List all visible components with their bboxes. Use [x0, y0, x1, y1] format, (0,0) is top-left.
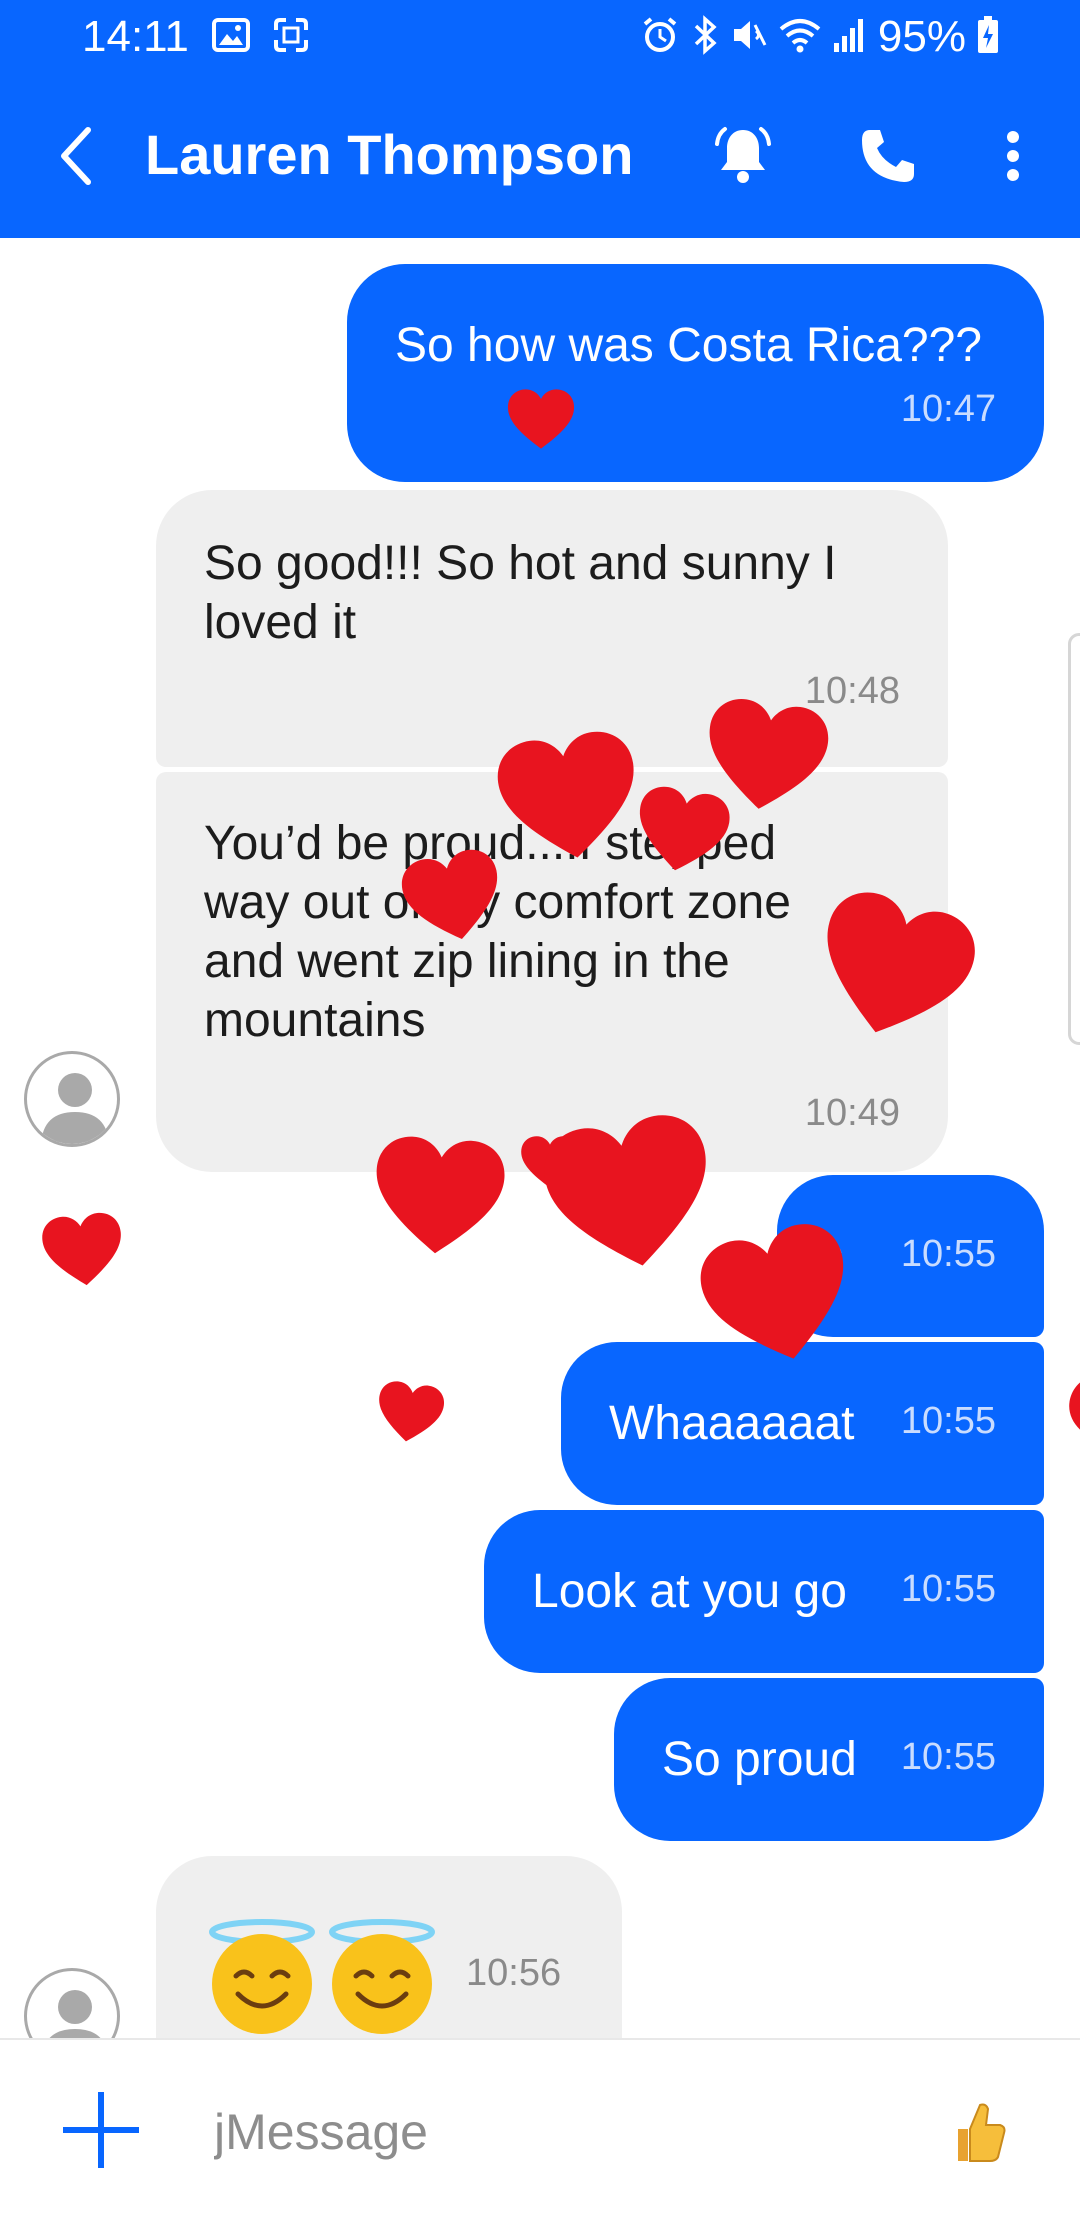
smiling-face-with-halo-icon	[209, 1919, 315, 2034]
message-time: 10:55	[900, 1233, 996, 1275]
person-silhouette-icon	[41, 1073, 109, 1144]
heart-icon	[379, 1381, 444, 1442]
mute-icon	[730, 15, 768, 60]
heart-icon	[376, 1136, 505, 1254]
call-button[interactable]	[850, 118, 926, 194]
wifi-icon	[778, 15, 822, 60]
message-text: So good!!! So hot and sunny I loved it	[204, 537, 837, 649]
thumbs-up-icon	[958, 2103, 1006, 2162]
message-time: 10:47	[900, 388, 996, 430]
gallery-icon	[212, 16, 250, 59]
alarm-icon	[640, 15, 680, 60]
add-attachment-button[interactable]	[58, 2087, 144, 2173]
message-time: 10:49	[804, 1092, 900, 1134]
message-text: Whaaaaaat	[609, 1397, 855, 1450]
sent-message[interactable]: Look at you go 10:55	[484, 1510, 1044, 1673]
notifications-button[interactable]	[705, 118, 781, 194]
message-time: 10:55	[900, 1400, 996, 1442]
phone-icon	[862, 130, 914, 182]
message-input[interactable]	[214, 2092, 914, 2172]
more-vert-icon	[1007, 131, 1019, 181]
message-text: Look at you go	[532, 1565, 847, 1618]
plus-icon	[63, 2092, 139, 2168]
back-button[interactable]	[44, 118, 108, 194]
message-text: So how was Costa Rica???	[395, 319, 982, 372]
status-bar: 14:11 95%	[0, 0, 1080, 74]
contact-name[interactable]: Lauren Thompson	[145, 122, 633, 187]
sent-message[interactable]: So how was Costa Rica??? 10:47	[347, 264, 1044, 482]
message-composer	[0, 2038, 1080, 2220]
back-arrow-icon	[61, 127, 91, 185]
bluetooth-icon	[690, 14, 720, 60]
received-message[interactable]: 😇😇 10:56	[156, 1856, 622, 2038]
more-options-button[interactable]	[990, 118, 1036, 194]
message-thread[interactable]: So how was Costa Rica??? 10:47 So good!!…	[0, 238, 1080, 2038]
heart-icon	[42, 1212, 121, 1286]
message-text: So proud	[662, 1733, 857, 1786]
message-time: 10:55	[900, 1736, 996, 1778]
sent-message[interactable]: So proud 10:55	[614, 1678, 1044, 1841]
emoji-row	[206, 1918, 438, 2036]
avatar[interactable]	[24, 1051, 120, 1147]
battery-percent: 95%	[877, 12, 966, 61]
heart-icon	[1069, 1382, 1080, 1430]
avatar[interactable]	[24, 1968, 120, 2038]
screenshot-icon	[272, 16, 310, 59]
heart-icon	[497, 731, 634, 858]
heart-icon	[507, 389, 575, 449]
conversation-header: Lauren Thompson	[0, 74, 1080, 238]
message-time: 10:55	[900, 1568, 996, 1610]
signal-icon	[832, 15, 868, 60]
battery-charging-icon	[976, 15, 1000, 60]
person-silhouette-icon	[49, 1990, 101, 2038]
edge-panel-handle[interactable]	[1068, 633, 1080, 1045]
heart-icon	[639, 786, 730, 871]
message-time: 10:56	[466, 1952, 562, 1994]
thumbs-up-button[interactable]	[943, 2095, 1013, 2169]
status-time: 14:11	[82, 12, 189, 61]
bell-icon	[715, 127, 771, 183]
sent-message[interactable]: Whaaaaaat 10:55	[561, 1342, 1044, 1505]
smiling-face-with-halo-icon	[329, 1919, 435, 2034]
